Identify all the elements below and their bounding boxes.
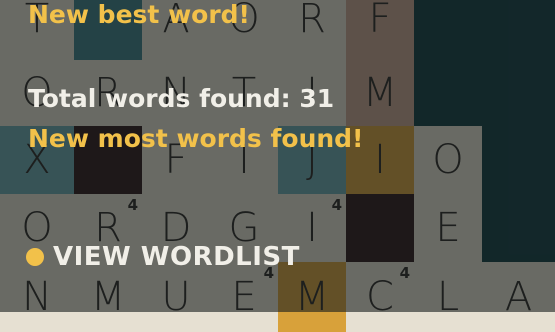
bullet-dot-icon	[26, 248, 44, 266]
total-words-count: 31	[299, 84, 335, 113]
view-wordlist-button[interactable]: VIEW WORDLIST	[26, 242, 300, 272]
best-word-message: New best word!	[28, 0, 250, 29]
total-words-line: Total words found: 31	[28, 84, 334, 113]
most-words-message: New most words found!	[28, 124, 364, 153]
view-wordlist-label: VIEW WORDLIST	[53, 242, 300, 272]
total-words-label: Total words found:	[28, 84, 291, 113]
results-overlay: New best word! Total words found: 31 New…	[0, 0, 555, 312]
